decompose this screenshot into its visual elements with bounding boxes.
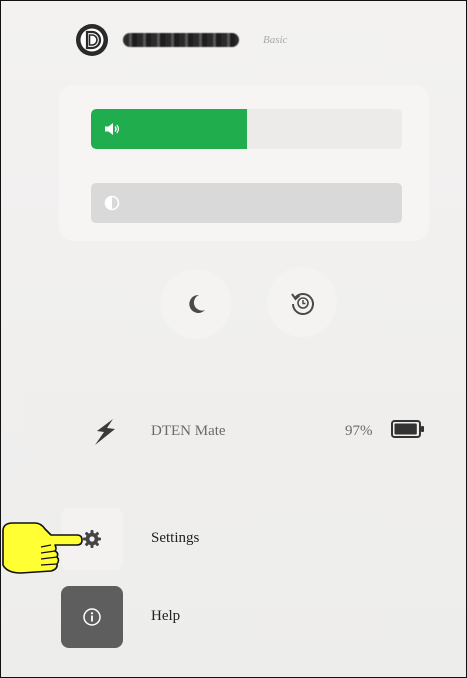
night-mode-button[interactable] [161, 269, 231, 339]
help-tile [61, 586, 123, 648]
help-label: Help [151, 608, 181, 624]
device-row[interactable]: DTEN Mate 97% [25, 393, 466, 473]
control-panel: Basic DTEN Mate 97% Settings Help [0, 0, 467, 678]
contrast-icon [104, 195, 120, 211]
menu-item-settings[interactable]: Settings [61, 508, 441, 572]
plan-badge: Basic [263, 34, 288, 46]
restore-button[interactable] [267, 267, 337, 337]
volume-slider[interactable] [91, 109, 402, 149]
restore-icon [291, 293, 314, 315]
username-redacted [123, 33, 239, 47]
battery-icon [391, 420, 424, 438]
battery-percentage: 97% [345, 423, 373, 439]
pointing-hand-icon [2, 522, 83, 574]
device-name: DTEN Mate [151, 423, 226, 439]
settings-label: Settings [151, 530, 200, 546]
lightning-icon [95, 419, 115, 445]
battery-level-fill [394, 423, 417, 435]
info-icon [83, 608, 101, 626]
speaker-icon [105, 123, 119, 135]
gear-icon [83, 530, 101, 548]
brightness-slider[interactable] [91, 183, 402, 223]
moon-icon [189, 294, 205, 313]
menu-item-help[interactable]: Help [61, 586, 441, 650]
dten-logo-icon [76, 24, 108, 56]
